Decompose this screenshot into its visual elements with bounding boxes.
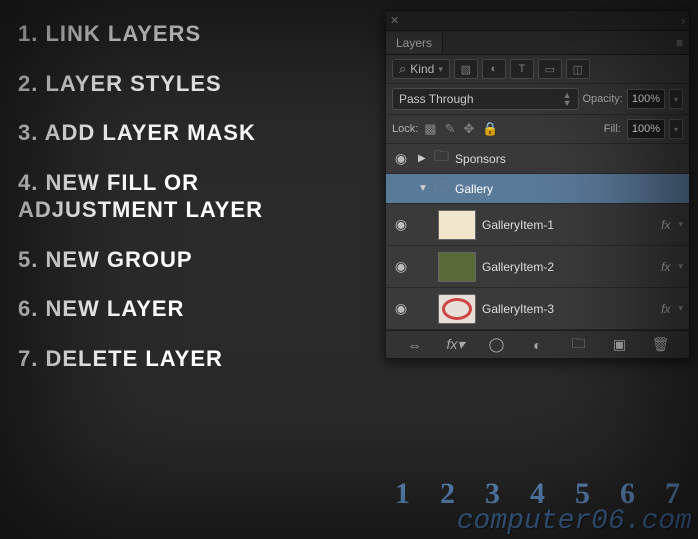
callout-2: 2 bbox=[440, 477, 455, 511]
layers-list: ◉ ▶ 🗀 Sponsors ▼ 🗀 Gallery ◉ GalleryItem… bbox=[386, 144, 689, 330]
filter-kind-label: Kind bbox=[410, 62, 434, 76]
fill-dropdown-icon[interactable]: ▾ bbox=[669, 119, 683, 139]
legend-item-2: 2. LAYER STYLES bbox=[18, 70, 263, 98]
filter-pixel-icon[interactable]: ▧ bbox=[454, 59, 478, 79]
blend-mode-select[interactable]: Pass Through ▲▼ bbox=[392, 88, 579, 110]
link-layers-icon[interactable]: ⇔ bbox=[403, 337, 427, 353]
visibility-toggle[interactable]: ◉ bbox=[390, 150, 412, 167]
chevron-down-icon[interactable]: ▾ bbox=[678, 261, 683, 272]
fill-input[interactable]: 100% bbox=[627, 119, 665, 139]
blend-row: Pass Through ▲▼ Opacity: 100% ▾ bbox=[386, 84, 689, 115]
folder-icon: 🗀 bbox=[434, 146, 449, 171]
tab-layers[interactable]: Layers bbox=[386, 32, 443, 54]
new-group-icon[interactable]: 🗀 bbox=[567, 333, 591, 357]
filter-adjustment-icon[interactable]: ◐ bbox=[482, 59, 506, 79]
legend-item-1: 1. LINK LAYERS bbox=[18, 20, 263, 48]
lock-pixels-icon[interactable]: ✎ bbox=[445, 121, 456, 137]
opacity-dropdown-icon[interactable]: ▾ bbox=[669, 89, 683, 109]
chevron-down-icon[interactable]: ▾ bbox=[678, 219, 683, 230]
layer-styles-icon[interactable]: fx▾ bbox=[444, 336, 468, 353]
panel-tabs: Layers ≡ bbox=[386, 31, 689, 55]
layer-thumbnail bbox=[438, 210, 476, 240]
filter-kind-select[interactable]: Kind ▾ bbox=[392, 59, 450, 79]
watermark: computer06.com bbox=[457, 506, 692, 537]
opacity-label: Opacity: bbox=[583, 93, 623, 105]
chevron-down-icon: ▾ bbox=[438, 64, 443, 75]
layer-item-1[interactable]: ◉ GalleryItem-1 fx ▾ bbox=[386, 204, 689, 246]
layer-item-2[interactable]: ◉ GalleryItem-2 fx ▾ bbox=[386, 246, 689, 288]
select-arrows-icon: ▲▼ bbox=[563, 91, 572, 107]
layer-name: GalleryItem-3 bbox=[482, 302, 554, 316]
visibility-toggle[interactable]: ◉ bbox=[390, 216, 412, 233]
lock-label: Lock: bbox=[392, 123, 418, 135]
layer-name: Sponsors bbox=[455, 152, 506, 166]
fill-label: Fill: bbox=[604, 123, 621, 135]
blend-mode-value: Pass Through bbox=[399, 92, 474, 106]
adjustment-layer-icon[interactable]: ◐ bbox=[526, 337, 550, 353]
legend-item-4: 4. NEW FILL OR ADJUSTMENT LAYER bbox=[18, 169, 263, 224]
folder-icon: 🗀 bbox=[434, 176, 449, 201]
fill-value: 100% bbox=[632, 123, 660, 135]
fx-badge[interactable]: fx bbox=[661, 302, 670, 316]
panel-titlebar: ✕ › bbox=[386, 11, 689, 31]
lock-transparency-icon[interactable]: ▩ bbox=[424, 121, 436, 137]
fx-badge[interactable]: fx bbox=[661, 260, 670, 274]
legend-item-5: 5. NEW GROUP bbox=[18, 246, 263, 274]
legend-item-7: 7. DELETE LAYER bbox=[18, 345, 263, 373]
fx-badge[interactable]: fx bbox=[661, 218, 670, 232]
new-layer-icon[interactable]: ▣ bbox=[608, 336, 632, 353]
layer-group-sponsors[interactable]: ◉ ▶ 🗀 Sponsors bbox=[386, 144, 689, 174]
filter-smart-icon[interactable]: ◫ bbox=[566, 59, 590, 79]
callout-1: 1 bbox=[395, 477, 410, 511]
legend-list: 1. LINK LAYERS 2. LAYER STYLES 3. ADD LA… bbox=[18, 20, 263, 394]
collapse-icon[interactable]: › bbox=[681, 14, 685, 28]
opacity-value: 100% bbox=[632, 93, 660, 105]
layer-item-3[interactable]: ◉ GalleryItem-3 fx ▾ bbox=[386, 288, 689, 330]
legend-item-6: 6. NEW LAYER bbox=[18, 295, 263, 323]
close-icon[interactable]: ✕ bbox=[390, 14, 399, 27]
visibility-toggle[interactable]: ◉ bbox=[390, 300, 412, 317]
disclosure-open-icon[interactable]: ▼ bbox=[418, 183, 428, 194]
disclosure-closed-icon[interactable]: ▶ bbox=[418, 153, 428, 164]
delete-layer-icon[interactable]: 🗑 bbox=[649, 336, 673, 353]
chevron-down-icon[interactable]: ▾ bbox=[678, 303, 683, 314]
layers-panel: ✕ › Layers ≡ Kind ▾ ▧ ◐ T ▭ ◫ Pass Throu… bbox=[385, 10, 690, 359]
visibility-toggle[interactable]: ◉ bbox=[390, 258, 412, 275]
filter-type-icon[interactable]: T bbox=[510, 59, 534, 79]
panel-menu-icon[interactable]: ≡ bbox=[670, 36, 689, 50]
add-mask-icon[interactable]: ◯ bbox=[485, 336, 509, 353]
layer-name: GalleryItem-2 bbox=[482, 260, 554, 274]
layer-thumbnail bbox=[438, 294, 476, 324]
lock-row: Lock: ▩ ✎ ✥ 🔒 Fill: 100% ▾ bbox=[386, 115, 689, 144]
legend-item-3: 3. ADD LAYER MASK bbox=[18, 119, 263, 147]
lock-all-icon[interactable]: 🔒 bbox=[482, 121, 498, 137]
layer-thumbnail bbox=[438, 252, 476, 282]
opacity-input[interactable]: 100% bbox=[627, 89, 665, 109]
filter-shape-icon[interactable]: ▭ bbox=[538, 59, 562, 79]
layer-name: Gallery bbox=[455, 182, 493, 196]
panel-footer: ⇔ fx▾ ◯ ◐ 🗀 ▣ 🗑 bbox=[386, 330, 689, 358]
lock-position-icon[interactable]: ✥ bbox=[464, 121, 475, 137]
layer-group-gallery[interactable]: ▼ 🗀 Gallery bbox=[386, 174, 689, 204]
filter-row: Kind ▾ ▧ ◐ T ▭ ◫ bbox=[386, 55, 689, 84]
layer-name: GalleryItem-1 bbox=[482, 218, 554, 232]
